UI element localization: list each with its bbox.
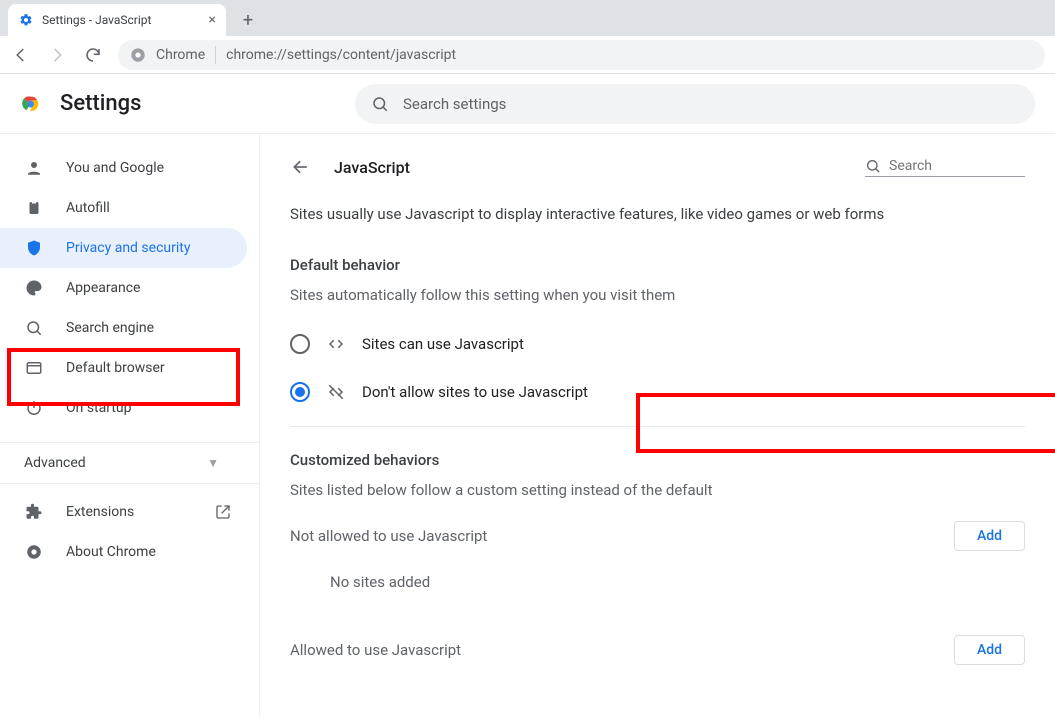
shield-icon [24, 238, 44, 258]
sidebar-item-label: Appearance [66, 280, 140, 296]
description-text: Sites usually use Javascript to display … [290, 202, 1025, 226]
content-search-input[interactable] [889, 158, 1009, 174]
omnibox-separator [215, 46, 216, 64]
tab-title: Settings - JavaScript [42, 13, 151, 27]
chrome-badge-icon [130, 47, 146, 63]
allowed-label: Allowed to use Javascript [290, 641, 461, 659]
browser-tab[interactable]: Settings - JavaScript × [8, 4, 226, 36]
close-icon[interactable]: × [209, 12, 216, 28]
code-disabled-icon [326, 382, 346, 402]
settings-body: You and Google Autofill Privacy and secu… [0, 134, 1055, 717]
custom-behavior-sub: Sites listed below follow a custom setti… [290, 481, 1025, 499]
default-behavior-sub: Sites automatically follow this setting … [290, 286, 1025, 304]
sidebar-advanced[interactable]: Advanced ▼ [0, 442, 259, 484]
default-behavior-heading: Default behavior [290, 256, 1025, 274]
content-search[interactable] [865, 158, 1025, 177]
gear-icon [18, 12, 34, 28]
search-icon [24, 318, 44, 338]
sidebar-item-extensions[interactable]: Extensions [0, 492, 247, 532]
sidebar-item-label: You and Google [66, 160, 164, 176]
sidebar: You and Google Autofill Privacy and secu… [0, 134, 260, 717]
content-pane: JavaScript Sites usually use Javascript … [260, 134, 1055, 717]
back-button[interactable] [10, 44, 32, 66]
sidebar-item-on-startup[interactable]: On startup [0, 388, 247, 428]
external-link-icon [213, 502, 233, 522]
radio-allow-js[interactable]: Sites can use Javascript [290, 320, 1025, 368]
browser-toolbar: Chrome chrome://settings/content/javascr… [0, 36, 1055, 74]
chevron-down-icon: ▼ [207, 456, 219, 470]
not-allowed-label: Not allowed to use Javascript [290, 527, 487, 545]
power-icon [24, 398, 44, 418]
new-tab-button[interactable]: + [234, 6, 262, 34]
back-arrow-button[interactable] [290, 156, 312, 178]
sidebar-item-label: Default browser [66, 360, 165, 376]
url-text: chrome://settings/content/javascript [226, 47, 456, 63]
sidebar-item-label: Search engine [66, 320, 154, 336]
search-icon [371, 95, 389, 113]
radio-label: Sites can use Javascript [362, 335, 524, 353]
sidebar-item-autofill[interactable]: Autofill [0, 188, 247, 228]
not-allowed-list-header: Not allowed to use Javascript Add [290, 521, 1025, 551]
add-allow-button[interactable]: Add [954, 635, 1025, 665]
search-placeholder: Search settings [403, 95, 506, 113]
browser-tab-bar: Settings - JavaScript × + [0, 0, 1055, 36]
puzzle-icon [24, 502, 44, 522]
sidebar-item-default-browser[interactable]: Default browser [0, 348, 247, 388]
settings-header: Settings Search settings [0, 74, 1055, 134]
sidebar-item-label: On startup [66, 400, 132, 416]
divider [290, 426, 1025, 427]
add-block-button[interactable]: Add [954, 521, 1025, 551]
address-bar[interactable]: Chrome chrome://settings/content/javascr… [118, 40, 1045, 70]
sidebar-item-label: Autofill [66, 200, 110, 216]
sidebar-item-about[interactable]: About Chrome [0, 532, 247, 572]
sidebar-item-privacy-security[interactable]: Privacy and security [0, 228, 247, 268]
page-title: Settings [60, 91, 141, 116]
reload-button[interactable] [82, 44, 104, 66]
person-icon [24, 158, 44, 178]
search-icon [865, 158, 881, 174]
sidebar-item-search-engine[interactable]: Search engine [0, 308, 247, 348]
radio-label: Don't allow sites to use Javascript [362, 383, 588, 401]
clipboard-icon [24, 198, 44, 218]
empty-state: No sites added [290, 551, 1025, 613]
browser-icon [24, 358, 44, 378]
allowed-list-header: Allowed to use Javascript Add [290, 635, 1025, 665]
settings-search[interactable]: Search settings [355, 84, 1035, 124]
sidebar-item-you-and-google[interactable]: You and Google [0, 148, 247, 188]
forward-button[interactable] [46, 44, 68, 66]
url-scheme: Chrome [156, 47, 205, 63]
code-icon [326, 334, 346, 354]
radio-icon [290, 382, 310, 402]
sidebar-item-label: Privacy and security [66, 240, 190, 256]
radio-block-js[interactable]: Don't allow sites to use Javascript [290, 368, 1025, 416]
chrome-icon [24, 542, 44, 562]
custom-behavior-heading: Customized behaviors [290, 451, 1025, 469]
sidebar-item-appearance[interactable]: Appearance [0, 268, 247, 308]
sidebar-item-label: About Chrome [66, 544, 156, 560]
sidebar-item-label: Extensions [66, 504, 134, 520]
palette-icon [24, 278, 44, 298]
radio-icon [290, 334, 310, 354]
content-title: JavaScript [334, 158, 410, 177]
advanced-label: Advanced [24, 455, 86, 471]
chrome-logo-icon [20, 93, 42, 115]
